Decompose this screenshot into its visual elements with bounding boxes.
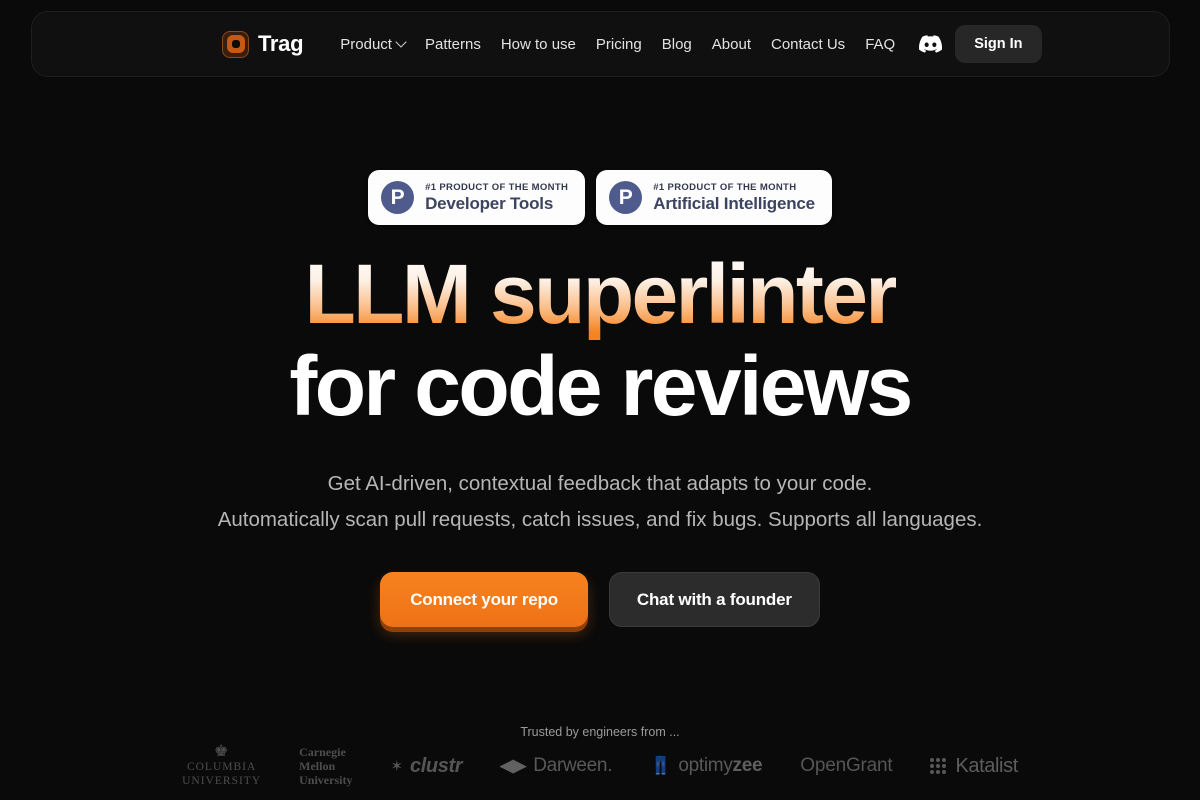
chat-with-founder-button[interactable]: Chat with a founder xyxy=(608,572,820,627)
customer-logo-strip: ♚ COLUMBIA UNIVERSITY Carnegie Mellon Un… xyxy=(0,744,1200,789)
logo-opengrant: OpenGrant xyxy=(800,755,892,777)
nav-item-faq[interactable]: FAQ xyxy=(855,30,905,59)
nav-item-patterns[interactable]: Patterns xyxy=(415,30,491,59)
logo-text: Katalist xyxy=(955,754,1018,777)
top-navigation-bar: Trag Product Patterns How to use Pricing… xyxy=(31,11,1170,77)
subtitle-line-1: Get AI-driven, contextual feedback that … xyxy=(327,472,873,495)
hero-heading: LLM superlinter for code reviews xyxy=(0,247,1200,433)
logo-text: Darween. xyxy=(533,755,613,777)
brand-name: Trag xyxy=(258,31,304,56)
nav-item-contact-us[interactable]: Contact Us xyxy=(761,30,855,59)
logo-columbia-university: ♚ COLUMBIA UNIVERSITY xyxy=(182,744,261,789)
connect-your-repo-button[interactable]: Connect your repo xyxy=(380,572,588,627)
dot-grid-icon xyxy=(930,758,947,775)
badge-kicker: #1 PRODUCT OF THE MONTH xyxy=(653,181,797,193)
darween-mark-icon: ◀▶ xyxy=(500,756,527,776)
logo-text-light: optimy xyxy=(678,755,733,777)
badge-title: Developer Tools xyxy=(425,193,554,213)
logo-text-line-1: COLUMBIA xyxy=(186,761,257,773)
logo-carnegie-mellon-university: Carnegie Mellon University xyxy=(299,745,352,787)
brand-logo[interactable]: Trag xyxy=(222,30,304,58)
discord-icon[interactable] xyxy=(913,29,947,59)
product-hunt-icon: P xyxy=(381,181,415,214)
nav-item-how-to-use[interactable]: How to use xyxy=(491,30,586,59)
optimyzee-mark-icon: 👖 xyxy=(650,756,672,776)
badge-artificial-intelligence[interactable]: P #1 PRODUCT OF THE MONTH Artificial Int… xyxy=(596,170,832,225)
nav-item-product[interactable]: Product xyxy=(330,30,415,59)
logo-optimyzee: 👖 optimyzee xyxy=(650,755,762,777)
logo-text-line-2: UNIVERSITY xyxy=(182,775,262,788)
product-hunt-icon: P xyxy=(609,181,643,214)
nav-item-blog[interactable]: Blog xyxy=(652,30,702,59)
logo-text: OpenGrant xyxy=(800,755,893,777)
nav-item-pricing[interactable]: Pricing xyxy=(586,30,652,59)
logo-text-line-1: Carnegie xyxy=(299,745,346,760)
nav-item-about[interactable]: About xyxy=(702,30,761,59)
badge-kicker: #1 PRODUCT OF THE MONTH xyxy=(425,181,569,193)
badge-developer-tools[interactable]: P #1 PRODUCT OF THE MONTH Developer Tool… xyxy=(368,170,586,225)
logo-text-bold: zee xyxy=(732,755,763,777)
headline-line-2: for code reviews xyxy=(289,338,913,433)
headline-line-1: LLM superlinter xyxy=(304,247,898,341)
logo-text-line-2: Mellon xyxy=(299,759,336,774)
logo-text-line-3: University xyxy=(299,773,353,788)
logo-katalist: Katalist xyxy=(930,754,1018,778)
chevron-down-icon xyxy=(395,36,407,48)
trag-square-logo-icon xyxy=(222,30,249,58)
subtitle-line-2: Automatically scan pull requests, catch … xyxy=(217,508,983,532)
product-hunt-badges: P #1 PRODUCT OF THE MONTH Developer Tool… xyxy=(0,170,1200,225)
logo-text: clustr xyxy=(410,754,463,777)
sign-in-button[interactable]: Sign In xyxy=(955,25,1042,63)
logo-darween: ◀▶ Darween. xyxy=(500,755,612,777)
star-icon: ✶ xyxy=(390,758,404,776)
page-title: LLM superlinter for code reviews xyxy=(0,247,1200,433)
nav-links: Product Patterns How to use Pricing Blog… xyxy=(330,25,1042,63)
cta-button-group: Connect your repo Chat with a founder xyxy=(0,572,1200,627)
logo-text: optimyzee xyxy=(678,755,762,777)
trusted-by-label: Trusted by engineers from ... xyxy=(520,725,680,739)
logo-clustr: ✶ clustr xyxy=(390,755,462,778)
hero-subtitle: Get AI-driven, contextual feedback that … xyxy=(0,466,1200,539)
nav-item-label: Product xyxy=(340,35,392,53)
crown-icon: ♚ xyxy=(213,743,230,760)
badge-title: Artificial Intelligence xyxy=(653,193,815,213)
